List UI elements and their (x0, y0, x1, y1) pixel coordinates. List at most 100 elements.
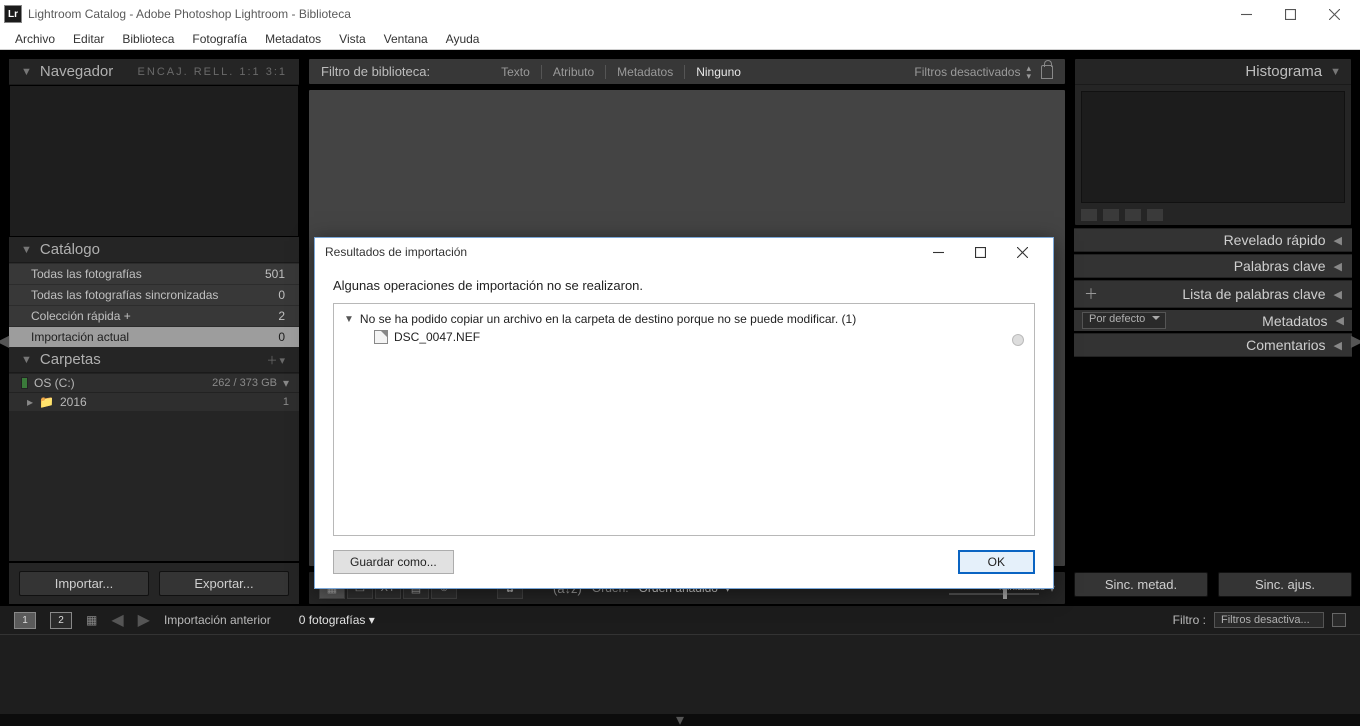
disclosure-icon: ▼ (344, 314, 354, 325)
disclosure-icon: ▼ (21, 66, 32, 78)
filter-none[interactable]: Ninguno (685, 65, 752, 79)
filmstrip-handle[interactable]: ▾ (0, 714, 1360, 726)
left-panel-toggle[interactable]: ◀ (0, 328, 8, 354)
lock-icon[interactable] (1041, 65, 1053, 79)
filter-attribute[interactable]: Atributo (542, 65, 606, 79)
channel-box (1103, 209, 1119, 221)
dialog-close-button[interactable] (1001, 240, 1043, 264)
dialog-title: Resultados de importación (325, 245, 467, 259)
navigator-zoom-options[interactable]: ENCAJ. RELL. 1:1 3:1 (138, 66, 287, 78)
histogram-channels (1081, 209, 1345, 221)
filter-label: Filtro : (1173, 613, 1206, 627)
catalog-item-quick[interactable]: Colección rápida +2 (9, 305, 299, 326)
nav-forward-icon[interactable]: ▶ (138, 610, 150, 630)
dialog-minimize-button[interactable] (917, 240, 959, 264)
histogram-label: Histograma (1245, 63, 1322, 80)
dialog-maximize-button[interactable] (959, 240, 1001, 264)
disclosure-icon: ▼ (21, 354, 32, 366)
quick-develop-header[interactable]: Revelado rápido◀ (1074, 228, 1352, 252)
metadata-header[interactable]: Metadatos◀ (1174, 313, 1344, 329)
menu-bar: Archivo Editar Biblioteca Fotografía Met… (0, 28, 1360, 50)
maximize-button[interactable] (1268, 1, 1312, 27)
catalog-item-current-import[interactable]: Importación actual0 (9, 326, 299, 347)
thumbnail-size-slider[interactable] (949, 593, 1039, 595)
minimize-button[interactable] (1224, 1, 1268, 27)
menu-ventana[interactable]: Ventana (375, 30, 437, 48)
disk-name: OS (C:) (34, 376, 75, 390)
folders-label: Carpetas (40, 351, 101, 368)
error-file-item[interactable]: DSC_0047.NEF (344, 326, 1024, 344)
folders-add-icon[interactable]: ＋▾ (266, 352, 287, 368)
grid-mini-icon[interactable]: ▦ (86, 613, 97, 627)
window-titlebar: Lr Lightroom Catalog - Adobe Photoshop L… (0, 0, 1360, 28)
menu-biblioteca[interactable]: Biblioteca (113, 30, 183, 48)
sync-metadata-button[interactable]: Sinc. metad. (1074, 572, 1208, 597)
chevron-updown-icon[interactable]: ▴▾ (1026, 64, 1031, 80)
menu-editar[interactable]: Editar (64, 30, 113, 48)
add-icon[interactable]: ＋ (1084, 284, 1098, 304)
folder-icon: 📁 (39, 395, 54, 409)
disk-usage-icon (21, 377, 28, 389)
navigator-preview (9, 85, 299, 237)
catalog-item-all[interactable]: Todas las fotografías501 (9, 263, 299, 284)
error-group[interactable]: ▼ No se ha podido copiar un archivo en l… (344, 312, 1024, 326)
app-logo: Lr (4, 5, 22, 23)
photo-count[interactable]: 0 fotografías ▾ (299, 613, 375, 627)
folders-header[interactable]: ▼ Carpetas ＋▾ (9, 347, 299, 373)
error-filename: DSC_0047.NEF (394, 330, 480, 344)
histogram-header[interactable]: Histograma ▼ (1075, 59, 1351, 85)
filter-label: Filtro de biblioteca: (321, 64, 430, 79)
save-as-button[interactable]: Guardar como... (333, 550, 454, 574)
metadata-preset-select[interactable]: Por defecto (1082, 312, 1166, 329)
filter-metadata[interactable]: Metadatos (606, 65, 685, 79)
keyword-list-header[interactable]: ＋Lista de palabras clave◀ (1074, 280, 1352, 308)
window-title: Lightroom Catalog - Adobe Photoshop Ligh… (28, 7, 351, 21)
status-icon (1012, 334, 1024, 346)
menu-archivo[interactable]: Archivo (6, 30, 64, 48)
source-label[interactable]: Importación anterior (164, 613, 271, 627)
file-icon (374, 330, 388, 344)
catalog-header[interactable]: ▼ Catálogo (9, 237, 299, 263)
chevron-down-icon[interactable]: ▾ (283, 376, 289, 390)
import-button[interactable]: Importar... (19, 571, 149, 596)
close-button[interactable] (1312, 1, 1356, 27)
folder-row[interactable]: ▸ 📁 2016 1 (9, 392, 299, 411)
filter-text[interactable]: Texto (490, 65, 542, 79)
menu-vista[interactable]: Vista (330, 30, 374, 48)
filter-preset-select[interactable]: Filtros desactiva... (1214, 612, 1324, 628)
grip-icon: ▾ (676, 710, 684, 726)
channel-box (1125, 209, 1141, 221)
navigator-header[interactable]: ▼ Navegador ENCAJ. RELL. 1:1 3:1 (9, 59, 299, 85)
dialog-message: Algunas operaciones de importación no se… (333, 272, 1035, 303)
filter-preset[interactable]: Filtros desactivados (914, 65, 1020, 79)
library-filter-bar: Filtro de biblioteca: Texto Atributo Met… (308, 58, 1066, 85)
import-results-dialog: Resultados de importación Algunas operac… (314, 237, 1054, 589)
export-button[interactable]: Exportar... (159, 571, 289, 596)
ok-button[interactable]: OK (958, 550, 1035, 574)
filmstrip[interactable] (0, 634, 1360, 714)
disk-row[interactable]: OS (C:) 262 / 373 GB ▾ (9, 373, 299, 392)
error-text: No se ha podido copiar un archivo en la … (360, 312, 856, 326)
secondary-display-button[interactable]: 2 (50, 612, 72, 629)
dialog-error-list[interactable]: ▼ No se ha podido copiar un archivo en l… (333, 303, 1035, 536)
catalog-item-synced[interactable]: Todas las fotografías sincronizadas0 (9, 284, 299, 305)
sync-adjustments-button[interactable]: Sinc. ajus. (1218, 572, 1352, 597)
comments-header[interactable]: Comentarios◀ (1074, 333, 1352, 357)
channel-box (1147, 209, 1163, 221)
menu-ayuda[interactable]: Ayuda (437, 30, 489, 48)
folder-count: 1 (283, 396, 289, 408)
channel-box (1081, 209, 1097, 221)
menu-fotografia[interactable]: Fotografía (183, 30, 256, 48)
disk-size: 262 / 373 GB (212, 377, 277, 389)
navigator-label: Navegador (40, 63, 113, 80)
keywords-header[interactable]: Palabras clave◀ (1074, 254, 1352, 278)
right-panel-toggle[interactable]: ▶ (1352, 328, 1360, 354)
folder-name: 2016 (60, 395, 87, 409)
primary-display-button[interactable]: 1 (14, 612, 36, 629)
filter-switch-icon[interactable] (1332, 613, 1346, 627)
disclosure-icon: ▼ (21, 244, 32, 256)
catalog-label: Catálogo (40, 241, 100, 258)
nav-back-icon[interactable]: ◀ (111, 610, 123, 630)
catalog-list: Todas las fotografías501 Todas las fotog… (9, 263, 299, 347)
menu-metadatos[interactable]: Metadatos (256, 30, 330, 48)
